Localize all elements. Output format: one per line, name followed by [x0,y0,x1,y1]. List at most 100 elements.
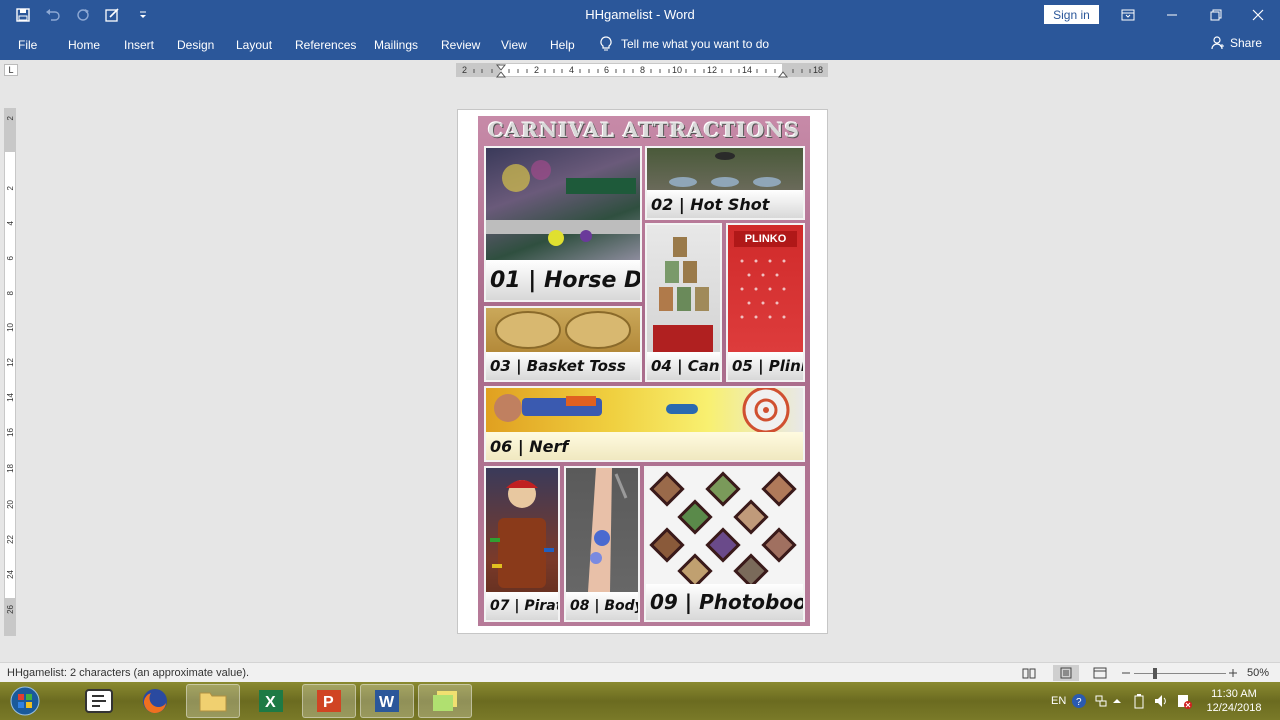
minimize-icon[interactable] [1150,0,1194,30]
taskbar-sticky-notes[interactable] [418,684,472,718]
tab-insert[interactable]: Insert [124,38,154,52]
ruler-label: 24 [6,570,15,579]
web-layout-icon[interactable] [1090,665,1110,681]
zoom-slider-thumb[interactable] [1153,668,1157,679]
ruler-label: 2 [534,65,540,75]
zoom-out-icon[interactable] [1116,665,1136,681]
ruler-label: 2 [6,116,15,121]
tile-plinko: PLINKO 05 | Plinko [726,223,805,382]
ruler-label: 2 [6,186,15,191]
tell-me-search[interactable]: Tell me what you want to do [600,36,769,52]
folder-icon [199,692,227,712]
start-button[interactable] [0,684,50,718]
sticky-notes-icon [433,691,457,711]
taskbar-file-explorer[interactable] [186,684,240,718]
language-indicator[interactable]: EN [1051,682,1066,720]
word-icon: W [375,690,399,712]
body-paint-photo [588,468,628,592]
word-count-status[interactable]: HHgamelist: 2 characters (an approximate… [7,667,249,679]
tab-review[interactable]: Review [441,38,480,52]
taskbar-powerpoint[interactable]: P [302,684,356,718]
ruler-label: 10 [6,323,15,332]
print-layout-icon[interactable] [1053,665,1079,681]
windows-icon [10,686,40,716]
taskbar-firefox[interactable] [128,684,182,718]
taskbar-word[interactable]: W [360,684,414,718]
ruler-label: 10 [672,65,683,75]
tab-references[interactable]: References [295,38,356,52]
ribbon-display-options-icon[interactable] [1106,0,1150,30]
pirate-pop-photo [490,480,554,588]
snagit-icon [85,689,113,713]
status-bar: HHgamelist: 2 characters (an approximate… [0,662,1280,682]
ruler-label: 18 [6,464,15,473]
tab-mailings[interactable]: Mailings [374,38,418,52]
basket-toss-photo [495,311,631,349]
flyer-image[interactable]: CARNIVAL ATTRACTIONS 01 | Horse Derby 02… [478,116,810,626]
tile-label: 06 | Nerf [486,432,803,460]
help-tray-icon[interactable]: ? [1071,682,1087,720]
zoom-slider-track[interactable] [1134,673,1226,674]
clock-time: 11:30 AM [1211,688,1257,700]
volume-icon[interactable] [1154,682,1170,720]
svg-text:?: ? [1076,697,1082,708]
read-mode-icon[interactable] [1019,665,1039,681]
close-icon[interactable] [1236,0,1280,30]
share-label: Share [1230,36,1263,50]
clock-date: 12/24/2018 [1206,702,1262,714]
taskbar: X P W EN ? 11:30 AM 12/24/2018 [0,682,1280,720]
tell-me-label: Tell me what you want to do [621,37,770,51]
horizontal-ruler[interactable]: 2 2 4 6 8 10 12 14 18 [456,63,828,78]
ruler-label: 6 [6,256,15,261]
lightbulb-icon [600,36,612,51]
ruler-label: 26 [6,605,15,614]
tab-layout[interactable]: Layout [236,38,272,52]
restore-icon[interactable] [1194,0,1238,30]
sign-in-button[interactable]: Sign in [1044,5,1099,24]
ruler-label: 12 [6,358,15,367]
photobooth-collage [649,471,797,589]
tile-label: 07 | Pirate Pop [486,592,558,620]
ruler-label: 6 [604,65,610,75]
nerf-photo [494,388,790,434]
document-page[interactable]: CARNIVAL ATTRACTIONS 01 | Horse Derby 02… [457,109,828,634]
tile-label: 03 | Basket Toss [486,352,640,380]
ruler-label: 14 [6,393,15,402]
tab-home[interactable]: Home [68,38,100,52]
svg-text:X: X [265,694,276,711]
tile-pirate-pop: 07 | Pirate Pop [484,466,560,622]
ruler-label: 16 [6,428,15,437]
ribbon-tabs: File Home Insert Design Layout Reference… [0,30,1280,60]
person-icon [1211,36,1224,50]
share-button[interactable]: Share [1211,36,1262,50]
ruler-label: 4 [569,65,575,75]
hot-shot-photo [669,152,781,187]
tile-can-toss: 04 | Can Toss [645,223,722,382]
battery-icon[interactable] [1134,682,1144,720]
action-center-icon[interactable] [1176,682,1192,720]
tab-help[interactable]: Help [550,38,575,52]
tab-file[interactable]: File [18,38,37,52]
tile-horse-derby: 01 | Horse Derby [484,146,642,302]
tab-design[interactable]: Design [177,38,214,52]
ruler-label: 8 [6,291,15,296]
svg-text:W: W [379,694,395,711]
network-tray-icon[interactable] [1094,682,1108,720]
ruler-label: 8 [640,65,646,75]
zoom-level[interactable]: 50% [1247,667,1269,679]
horse-derby-photo [486,160,640,246]
powerpoint-icon: P [317,690,341,712]
title-bar: HHgamelist - Word Sign in [0,0,1280,30]
ruler-label: 18 [813,65,824,75]
vertical-ruler[interactable]: 2 2 4 6 8 10 12 14 16 18 20 22 24 26 [4,108,16,636]
system-clock[interactable]: 11:30 AM 12/24/2018 [1198,687,1270,715]
taskbar-excel[interactable]: X [244,684,298,718]
tab-view[interactable]: View [501,38,527,52]
show-hidden-icons[interactable] [1112,682,1122,720]
taskbar-snagit[interactable] [72,684,126,718]
tile-label: 02 | Hot Shot [647,190,803,218]
tile-label: 08 | Body Paint [566,592,638,620]
tab-selector[interactable]: L [4,64,18,76]
zoom-in-icon[interactable] [1223,665,1243,681]
tile-hot-shot: 02 | Hot Shot [645,146,805,220]
